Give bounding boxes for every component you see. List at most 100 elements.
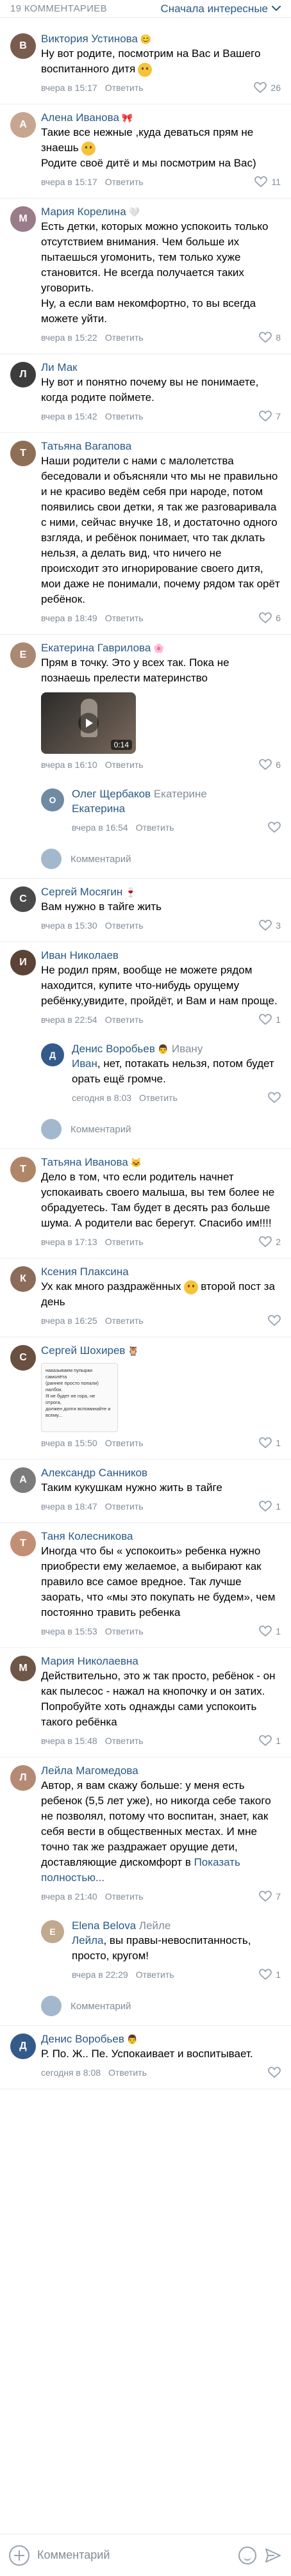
like-button[interactable]: 6 (259, 759, 281, 770)
author-name[interactable]: Денис Воробьев (72, 1043, 155, 1055)
reply-button[interactable]: Ответить (136, 822, 174, 833)
reply-button[interactable]: Ответить (139, 1093, 178, 1103)
avatar[interactable]: Д (10, 2034, 36, 2059)
avatar[interactable]: К (10, 1266, 36, 1292)
reply-button[interactable]: Ответить (108, 2067, 147, 2078)
avatar[interactable]: С (10, 886, 36, 912)
reply-button[interactable]: Ответить (105, 1736, 144, 1746)
author-name[interactable]: Александр Санников (41, 1467, 147, 1479)
comment-author[interactable]: Денис Воробьев 👨 (41, 2032, 281, 2046)
author-name[interactable]: Иван Николаев (41, 949, 119, 961)
reply-button[interactable]: Ответить (105, 332, 144, 343)
like-button[interactable] (268, 1092, 281, 1104)
comment-input[interactable]: Комментарий (37, 2548, 231, 2562)
author-name[interactable]: Лейла Магомедова (41, 1765, 138, 1777)
thread-reply-input[interactable]: Комментарий (0, 844, 291, 879)
mention-link[interactable]: Иван (72, 1057, 97, 1070)
avatar[interactable]: Т (10, 1157, 36, 1182)
reply-button[interactable]: Ответить (105, 1316, 144, 1326)
like-button[interactable]: 8 (259, 332, 281, 343)
author-name[interactable]: Екатерина Гаврилова (41, 642, 151, 654)
comment-author[interactable]: Екатерина Гаврилова 🌸 (41, 641, 281, 655)
like-button[interactable]: 1 (259, 1969, 281, 1980)
video-attachment[interactable]: 0:14 (41, 692, 136, 754)
reply-button[interactable]: Ответить (105, 83, 144, 93)
image-attachment[interactable]: наказываем пупырки самолёта (раннее прос… (41, 1363, 118, 1432)
like-button[interactable] (268, 2067, 281, 2078)
like-button[interactable]: 2 (259, 1236, 281, 1248)
attach-plus-icon[interactable] (9, 2545, 29, 2566)
mention-link[interactable]: Екатерина (72, 803, 125, 815)
avatar[interactable]: И (10, 950, 36, 975)
reply-button[interactable]: Ответить (105, 760, 144, 770)
avatar[interactable]: А (10, 1467, 36, 1493)
avatar[interactable]: М (10, 206, 36, 232)
author-name[interactable]: Ли Мак (41, 361, 78, 373)
thread-reply-input[interactable]: Комментарий (0, 1991, 291, 2026)
author-name[interactable]: Elena Belova (72, 1920, 136, 1932)
comment-author[interactable]: Александр Санников (41, 1466, 281, 1480)
comment-author[interactable]: Иван Николаев (41, 949, 281, 963)
author-name[interactable]: Алена Иванова (41, 111, 119, 124)
thread-reply-input[interactable]: Комментарий (0, 1114, 291, 1149)
reply-button[interactable]: Ответить (136, 1969, 174, 1980)
author-name[interactable]: Денис Воробьев (41, 2033, 124, 2045)
author-name[interactable]: Татьяна Иванова (41, 1156, 128, 1168)
comment-author[interactable]: Татьяна Иванова 🐱 (41, 1155, 281, 1170)
avatar[interactable]: С (10, 1345, 36, 1371)
author-name[interactable]: Мария Николаевна (41, 1655, 138, 1667)
emoji-icon[interactable] (238, 2546, 256, 2564)
comment-author[interactable]: Татьяна Вагапова (41, 439, 281, 453)
comment-author[interactable]: Денис Воробьев 👨 Ивану (72, 1042, 281, 1056)
avatar[interactable]: Т (10, 441, 36, 466)
like-button[interactable]: 1 (259, 1501, 281, 1512)
like-button[interactable]: 26 (254, 82, 281, 94)
author-name[interactable]: Сергей Шохирев (41, 1344, 125, 1357)
comment-author[interactable]: Лейла Магомедова (41, 1764, 281, 1778)
avatar[interactable]: Л (10, 362, 36, 387)
comment-author[interactable]: Мария Николаевна (41, 1654, 281, 1668)
reply-button[interactable]: Ответить (105, 1237, 144, 1247)
reply-button[interactable]: Ответить (105, 411, 144, 421)
like-button[interactable]: 11 (254, 176, 281, 188)
like-button[interactable]: 6 (259, 612, 281, 624)
like-button[interactable]: 3 (259, 920, 281, 931)
send-icon[interactable] (264, 2547, 282, 2564)
comment-author[interactable]: Ли Мак (41, 361, 281, 375)
comment-author[interactable]: Сергей Мосягин 🍷 (41, 885, 281, 899)
author-name[interactable]: Сергей Мосягин (41, 886, 122, 898)
like-button[interactable]: 1 (259, 1437, 281, 1449)
avatar[interactable]: М (10, 1656, 36, 1681)
comment-author[interactable]: Таня Колесникова (41, 1529, 281, 1544)
reply-button[interactable]: Ответить (105, 1015, 144, 1025)
play-icon[interactable] (78, 713, 99, 733)
like-button[interactable] (268, 822, 281, 833)
avatar[interactable]: Д (41, 1043, 64, 1066)
reply-button[interactable]: Ответить (105, 177, 144, 187)
reply-button[interactable]: Ответить (105, 920, 144, 931)
reply-button[interactable]: Ответить (105, 613, 144, 623)
avatar[interactable]: Т (10, 1531, 36, 1556)
avatar[interactable]: Л (10, 1765, 36, 1791)
reply-button[interactable]: Ответить (105, 1501, 144, 1512)
comment-author[interactable]: Elena Belova Лейле (72, 1919, 281, 1933)
like-button[interactable]: 7 (259, 411, 281, 422)
author-name[interactable]: Таня Колесникова (41, 1530, 133, 1542)
like-button[interactable]: 1 (259, 1626, 281, 1637)
reply-button[interactable]: Ответить (105, 1438, 144, 1448)
sort-dropdown[interactable]: Сначала интересные (160, 3, 281, 15)
author-name[interactable]: Виктория Устинова (41, 33, 138, 45)
like-button[interactable]: 1 (259, 1014, 281, 1025)
comment-author[interactable]: Виктория Устинова 😊 (41, 32, 281, 46)
avatar[interactable]: Е (10, 642, 36, 668)
comment-author[interactable]: Олег Щербаков Екатерине (72, 787, 281, 801)
avatar[interactable]: А (10, 112, 36, 138)
author-name[interactable]: Ксения Плаксина (41, 1266, 129, 1278)
reply-button[interactable]: Ответить (105, 1626, 144, 1636)
avatar[interactable]: О (41, 788, 64, 811)
comment-author[interactable]: Ксения Плаксина (41, 1265, 281, 1279)
avatar[interactable]: В (10, 33, 36, 59)
mention-link[interactable]: Лейла (72, 1934, 103, 1946)
avatar[interactable]: E (41, 1920, 64, 1943)
comment-author[interactable]: Сергей Шохирев 🦉 (41, 1344, 281, 1358)
